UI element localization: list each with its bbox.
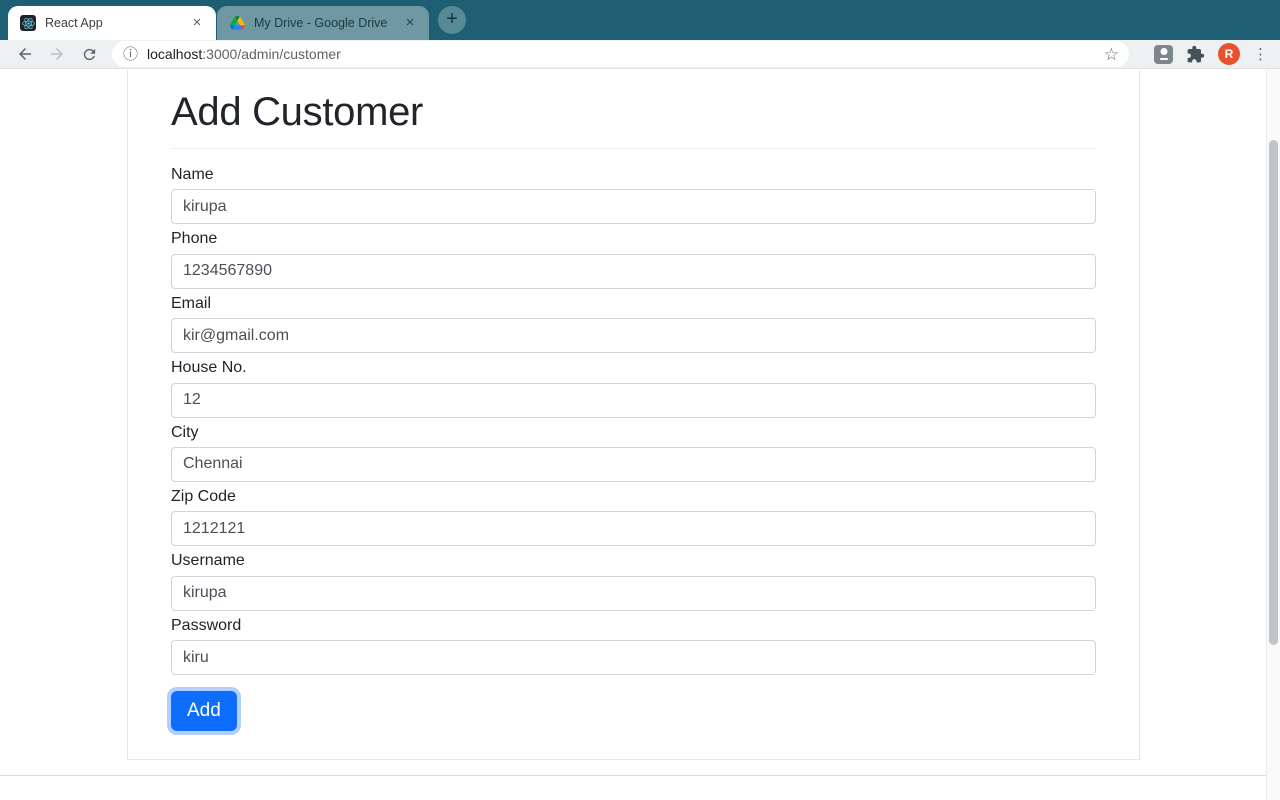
password-input[interactable]: [171, 640, 1096, 675]
zip-code-input[interactable]: [171, 511, 1096, 546]
phone-input[interactable]: [171, 254, 1096, 289]
add-button[interactable]: Add: [171, 691, 237, 731]
password-field: Password: [171, 617, 1096, 675]
username-input[interactable]: [171, 576, 1096, 611]
profile-avatar[interactable]: R: [1218, 43, 1240, 65]
name-label: Name: [171, 166, 1096, 184]
bookmark-star-icon[interactable]: ☆: [1104, 46, 1119, 63]
site-info-icon[interactable]: ⓘ: [123, 47, 138, 62]
tab-title: My Drive - Google Drive: [254, 16, 401, 30]
tab-close-icon[interactable]: ×: [401, 14, 419, 32]
refresh-icon[interactable]: [76, 41, 102, 67]
tab-strip: React App × My Drive - Google Drive × +: [0, 0, 1280, 40]
scrollbar-track[interactable]: [1266, 70, 1280, 800]
forward-icon: [44, 41, 70, 67]
url-text[interactable]: localhost:3000/admin/customer: [147, 46, 1104, 62]
city-field: City: [171, 424, 1096, 482]
tab-close-icon[interactable]: ×: [188, 14, 206, 32]
house-no-label: House No.: [171, 359, 1096, 377]
house-no-field: House No.: [171, 359, 1096, 417]
house-no-input[interactable]: [171, 383, 1096, 418]
city-label: City: [171, 424, 1096, 442]
address-bar[interactable]: ⓘ localhost:3000/admin/customer ☆: [112, 41, 1129, 67]
extension-badge-icon[interactable]: [1154, 45, 1173, 64]
react-logo-icon: [20, 15, 36, 31]
back-icon[interactable]: [12, 41, 38, 67]
email-input[interactable]: [171, 318, 1096, 353]
tab-react-app[interactable]: React App ×: [8, 6, 216, 40]
phone-label: Phone: [171, 230, 1096, 248]
browser-toolbar: ⓘ localhost:3000/admin/customer ☆ R ⋮: [0, 40, 1280, 69]
username-field: Username: [171, 552, 1096, 610]
tab-google-drive[interactable]: My Drive - Google Drive ×: [217, 6, 429, 40]
browser-menu-icon[interactable]: ⋮: [1253, 47, 1268, 62]
url-path: :3000/admin/customer: [202, 46, 341, 62]
scrollbar-thumb[interactable]: [1269, 140, 1278, 645]
zip-code-label: Zip Code: [171, 488, 1096, 506]
bottom-divider: [0, 775, 1280, 776]
password-label: Password: [171, 617, 1096, 635]
page-content: Add Customer Name Phone Email House No. …: [0, 70, 1280, 800]
zip-code-field: Zip Code: [171, 488, 1096, 546]
new-tab-button[interactable]: +: [438, 6, 466, 34]
name-field: Name: [171, 166, 1096, 224]
extensions-puzzle-icon[interactable]: [1186, 45, 1205, 64]
tab-title: React App: [45, 16, 188, 30]
name-input[interactable]: [171, 189, 1096, 224]
url-host: localhost: [147, 46, 202, 62]
browser-chrome: React App × My Drive - Google Drive × +: [0, 0, 1280, 69]
phone-field: Phone: [171, 230, 1096, 288]
google-drive-icon: [229, 15, 245, 31]
city-input[interactable]: [171, 447, 1096, 482]
page-title: Add Customer: [171, 92, 1096, 132]
add-customer-card: Add Customer Name Phone Email House No. …: [127, 70, 1140, 760]
email-field: Email: [171, 295, 1096, 353]
email-label: Email: [171, 295, 1096, 313]
username-label: Username: [171, 552, 1096, 570]
title-divider: [171, 148, 1096, 149]
